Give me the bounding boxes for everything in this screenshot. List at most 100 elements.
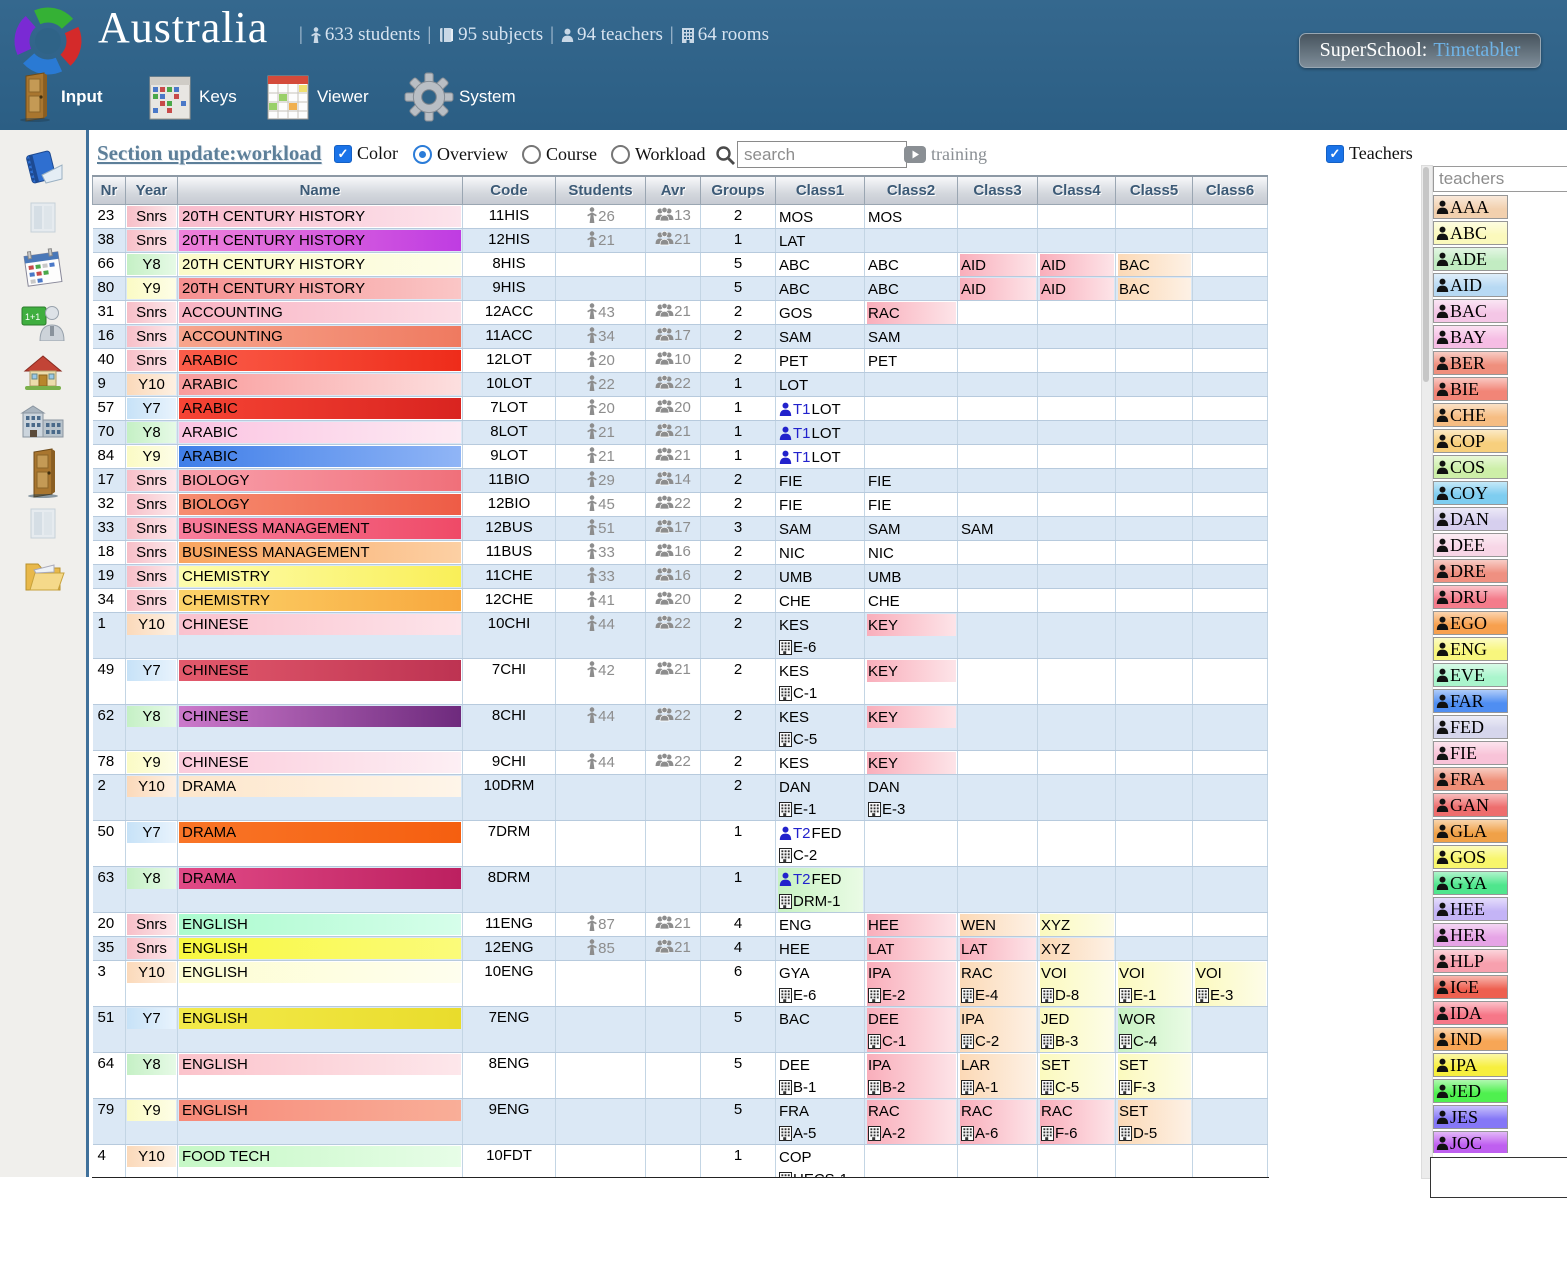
sidebar-folder-icon[interactable]: [20, 554, 66, 596]
cell-class1[interactable]: T2FEDDRM-1: [776, 867, 865, 913]
cell-name[interactable]: CHEMISTRY: [178, 589, 463, 613]
cell-class2[interactable]: RAC: [865, 301, 958, 325]
table-row[interactable]: 34SnrsCHEMISTRY12CHE41202CHECHE: [93, 589, 1268, 613]
superschool-badge[interactable]: SuperSchool: Timetabler: [1299, 33, 1541, 68]
cell-class2[interactable]: HEE: [865, 913, 958, 937]
cell-class2[interactable]: IPAB-2: [865, 1053, 958, 1099]
cell-class4[interactable]: SETC-5: [1038, 1053, 1116, 1099]
col-header-groups[interactable]: Groups: [701, 176, 776, 205]
cell-class5[interactable]: SETD-5: [1116, 1099, 1193, 1145]
cell-class3[interactable]: AID: [958, 253, 1038, 277]
table-row[interactable]: 17SnrsBIOLOGY11BIO29142FIEFIE: [93, 469, 1268, 493]
cell-class2[interactable]: ABC: [865, 277, 958, 301]
cell-class2[interactable]: PET: [865, 349, 958, 373]
table-row[interactable]: 38Snrs20TH CENTURY HISTORY12HIS21211LAT: [93, 229, 1268, 253]
teacher-chip-DEE[interactable]: DEE: [1433, 533, 1508, 557]
col-header-nr[interactable]: Nr: [93, 176, 126, 205]
teacher-chip-COY[interactable]: COY: [1433, 481, 1508, 505]
cell-class1[interactable]: KESC-1: [776, 659, 865, 705]
nav-system[interactable]: System: [404, 68, 516, 126]
teacher-chip-AID[interactable]: AID: [1433, 273, 1508, 297]
cell-class1[interactable]: MOS: [776, 205, 865, 229]
teacher-chip-GOS[interactable]: GOS: [1433, 845, 1508, 869]
teacher-chip-HEE[interactable]: HEE: [1433, 897, 1508, 921]
sidebar-notebook-icon[interactable]: [20, 146, 66, 188]
col-header-code[interactable]: Code: [463, 176, 556, 205]
teacher-chip-JED[interactable]: JED: [1433, 1079, 1508, 1103]
view-radio-course[interactable]: Course: [522, 144, 597, 165]
cell-class2[interactable]: NIC: [865, 541, 958, 565]
sidebar-window-icon[interactable]: [20, 197, 66, 239]
teacher-chip-AAA[interactable]: AAA: [1433, 195, 1508, 219]
teacher-chip-ABC[interactable]: ABC: [1433, 221, 1508, 245]
sidebar-school-icon[interactable]: [20, 401, 66, 443]
teacher-chip-JOC[interactable]: JOC: [1433, 1131, 1508, 1153]
teacher-chip-DAN[interactable]: DAN: [1433, 507, 1508, 531]
cell-class1[interactable]: SAM: [776, 517, 865, 541]
table-row[interactable]: 50Y7DRAMA7DRM1T2FEDC-2: [93, 821, 1268, 867]
teacher-filter-input[interactable]: [1433, 166, 1567, 192]
search-input[interactable]: [737, 141, 907, 168]
cell-name[interactable]: ENGLISH: [178, 961, 463, 1007]
cell-class5[interactable]: SETF-3: [1116, 1053, 1193, 1099]
cell-class1[interactable]: FIE: [776, 493, 865, 517]
cell-name[interactable]: CHINESE: [178, 705, 463, 751]
cell-name[interactable]: CHINESE: [178, 751, 463, 775]
teacher-chip-IPA[interactable]: IPA: [1433, 1053, 1508, 1077]
teacher-chip-HLP[interactable]: HLP: [1433, 949, 1508, 973]
teacher-chip-EGO[interactable]: EGO: [1433, 611, 1508, 635]
cell-class3[interactable]: LAT: [958, 937, 1038, 961]
table-row[interactable]: 63Y8DRAMA8DRM1T2FEDDRM-1: [93, 867, 1268, 913]
sidebar-door-icon[interactable]: [20, 452, 66, 494]
teacher-chip-CHE[interactable]: CHE: [1433, 403, 1508, 427]
vertical-scrollbar[interactable]: [1421, 165, 1433, 1179]
table-row[interactable]: 4Y10FOOD TECH10FDT1COPHECS-1: [93, 1145, 1268, 1179]
cell-class1[interactable]: LOT: [776, 373, 865, 397]
teacher-chip-COP[interactable]: COP: [1433, 429, 1508, 453]
view-radio-overview[interactable]: Overview: [413, 144, 508, 165]
teacher-chip-ENG[interactable]: ENG: [1433, 637, 1508, 661]
cell-name[interactable]: 20TH CENTURY HISTORY: [178, 253, 463, 277]
col-header-class5[interactable]: Class5: [1116, 176, 1193, 205]
teacher-chip-FAR[interactable]: FAR: [1433, 689, 1508, 713]
cell-class4[interactable]: AID: [1038, 277, 1116, 301]
cell-name[interactable]: 20TH CENTURY HISTORY: [178, 205, 463, 229]
col-header-name[interactable]: Name: [178, 176, 463, 205]
col-header-class3[interactable]: Class3: [958, 176, 1038, 205]
table-row[interactable]: 20SnrsENGLISH11ENG87214ENGHEEWENXYZ: [93, 913, 1268, 937]
teacher-chip-BAY[interactable]: BAY: [1433, 325, 1508, 349]
cell-class6[interactable]: VOIE-3: [1193, 961, 1268, 1007]
cell-class1[interactable]: T1LOT: [776, 421, 865, 445]
table-row[interactable]: 18SnrsBUSINESS MANAGEMENT11BUS33162NICNI…: [93, 541, 1268, 565]
color-checkbox-box[interactable]: ✓: [334, 145, 352, 163]
cell-class2[interactable]: RACA-2: [865, 1099, 958, 1145]
scrollbar-thumb[interactable]: [1423, 167, 1429, 382]
sidebar-teacher-board-icon[interactable]: 1+1: [20, 299, 66, 341]
cell-class1[interactable]: T2FEDC-2: [776, 821, 865, 867]
col-header-class2[interactable]: Class2: [865, 176, 958, 205]
cell-class2[interactable]: SAM: [865, 325, 958, 349]
cell-class3[interactable]: IPAC-2: [958, 1007, 1038, 1053]
radio-icon[interactable]: [522, 145, 541, 164]
cell-name[interactable]: BUSINESS MANAGEMENT: [178, 541, 463, 565]
cell-class1[interactable]: ABC: [776, 253, 865, 277]
cell-class1[interactable]: CHE: [776, 589, 865, 613]
cell-class1[interactable]: COPHECS-1: [776, 1145, 865, 1179]
cell-name[interactable]: DRAMA: [178, 867, 463, 913]
sidebar-calendar-icon[interactable]: [20, 248, 66, 290]
table-row[interactable]: 2Y10DRAMA10DRM2DANE-1DANE-3: [93, 775, 1268, 821]
table-row[interactable]: 19SnrsCHEMISTRY11CHE33162UMBUMB: [93, 565, 1268, 589]
color-checkbox[interactable]: ✓ Color: [334, 143, 398, 164]
teacher-chip-DRE[interactable]: DRE: [1433, 559, 1508, 583]
cell-class3[interactable]: AID: [958, 277, 1038, 301]
view-radio-workload[interactable]: Workload: [611, 144, 706, 165]
table-row[interactable]: 70Y8ARABIC8LOT21211T1LOT: [93, 421, 1268, 445]
teacher-chip-BAC[interactable]: BAC: [1433, 299, 1508, 323]
teacher-chip-DRU[interactable]: DRU: [1433, 585, 1508, 609]
cell-class4[interactable]: JEDB-3: [1038, 1007, 1116, 1053]
cell-class1[interactable]: SAM: [776, 325, 865, 349]
cell-class1[interactable]: GOS: [776, 301, 865, 325]
cell-class1[interactable]: FRAA-5: [776, 1099, 865, 1145]
cell-name[interactable]: 20TH CENTURY HISTORY: [178, 277, 463, 301]
cell-name[interactable]: BUSINESS MANAGEMENT: [178, 517, 463, 541]
